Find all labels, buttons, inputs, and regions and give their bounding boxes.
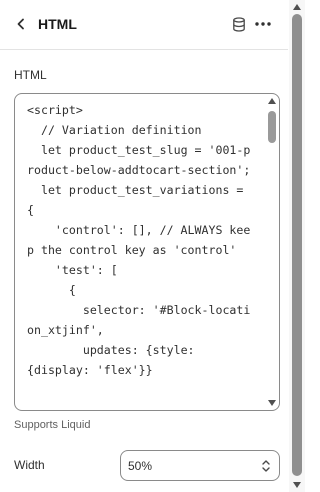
width-select-value: 50% <box>128 459 153 473</box>
header: HTML <box>0 0 288 48</box>
editor-scroll-down-icon[interactable] <box>268 400 276 406</box>
header-divider <box>0 49 288 50</box>
html-code-editor[interactable]: <script> // Variation definition let pro… <box>14 93 280 411</box>
data-source-button[interactable] <box>230 15 248 33</box>
width-label: Width <box>14 458 45 472</box>
panel-scroll-down-icon[interactable] <box>293 482 301 488</box>
helper-text: Supports Liquid <box>14 419 91 431</box>
editor-scrollbar[interactable] <box>266 95 278 409</box>
panel-scrollbar[interactable] <box>289 0 305 492</box>
html-field-label: HTML <box>14 68 47 82</box>
more-actions-button[interactable] <box>253 15 273 33</box>
panel-scroll-up-icon[interactable] <box>293 4 301 10</box>
page-title: HTML <box>38 16 77 32</box>
width-select[interactable]: 50% <box>120 450 280 481</box>
back-button[interactable] <box>12 15 30 33</box>
select-chevron-icon <box>262 460 270 472</box>
editor-scroll-thumb[interactable] <box>268 111 276 143</box>
more-horizontal-icon <box>255 22 271 26</box>
database-icon <box>233 16 245 32</box>
html-code-text[interactable]: <script> // Variation definition let pro… <box>27 100 257 380</box>
chevron-left-icon <box>17 18 24 30</box>
editor-scroll-up-icon[interactable] <box>268 98 276 104</box>
panel-scroll-thumb[interactable] <box>292 14 302 476</box>
